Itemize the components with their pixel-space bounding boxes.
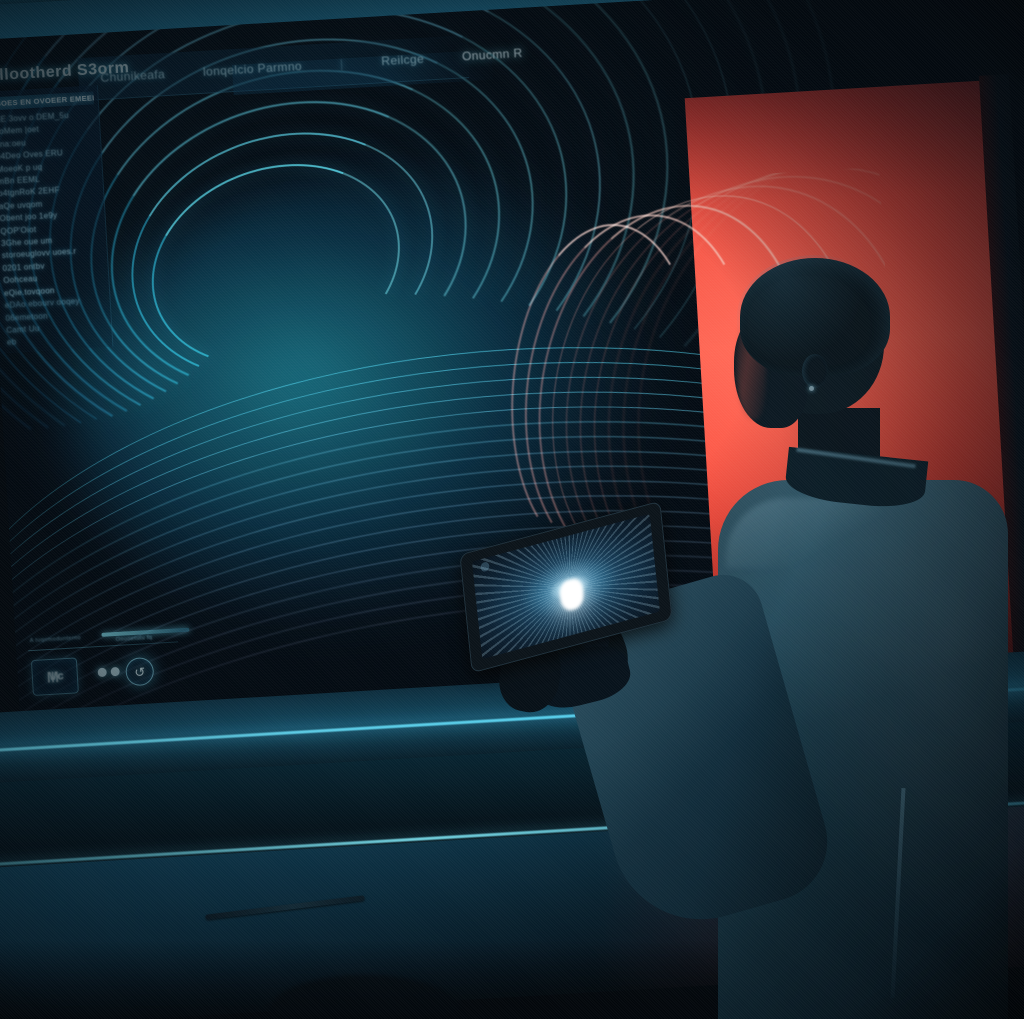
tab-3[interactable]: Reilcge [381,52,425,69]
dot-indicator[interactable] [110,666,120,677]
tab-1[interactable]: lonqelcio Parmno [203,59,303,79]
bottom-control-cluster[interactable]: A tuqomodunterno Oouoetutu fq |\|/|c ↺ [23,623,217,712]
tab-separator: | [339,56,344,71]
ear [802,354,828,388]
side-panel[interactable]: SOES EN OVOEER EMEEFIC ME 3ovv o DEM_5u a… [0,85,114,354]
student-silhouette [494,255,1024,1019]
pagination-dots[interactable] [97,666,120,678]
side-panel-list[interactable]: ME 3ovv o DEM_5u aoMem |oet ana:oeu o4Deo O… [0,108,112,350]
screenshot-stage: Sllootherd S3orm Chunikeafa lonqelcio Par… [0,0,1024,1019]
waveform-icon: |\|/|c [46,670,63,684]
shoulder-highlight [726,498,896,568]
refresh-button[interactable]: ↺ [124,656,155,687]
waveform-thumbnail-button[interactable]: |\|/|c [30,657,79,697]
control-label-left: A tuqomodunterno [29,635,82,645]
dot-indicator[interactable] [97,667,107,678]
refresh-icon: ↺ [133,663,146,680]
control-label-right: Oouoetutu fq [115,634,153,643]
tab-0[interactable]: Chunikeafa [100,67,165,85]
earring [809,386,814,391]
tab-4[interactable]: Onucmn R [462,46,523,64]
side-panel-header: SOES EN OVOEER EMEEFIC [0,91,95,111]
